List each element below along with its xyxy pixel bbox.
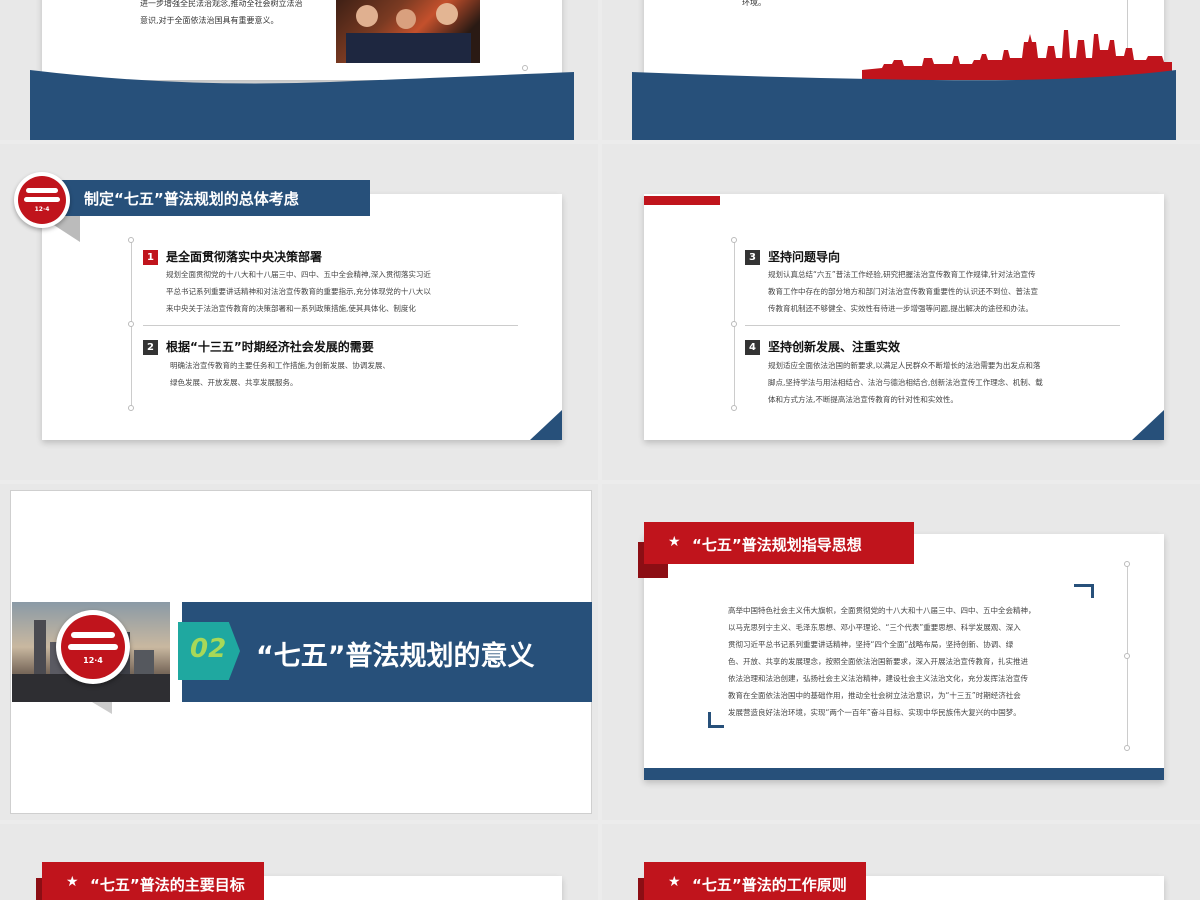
slide-title: “七五”普法的主要目标 [90,876,245,894]
body-line: 色、开放、共享的发展理念，按照全面依法治国新要求，深入开展法治宣传教育，扎实推进 [728,657,1028,666]
timeline-dot [731,321,737,327]
timeline-dot [1124,653,1130,659]
item-body-line: 规划认真总结“六五”普法工作经验,研究把握法治宣传教育工作规律,针对法治宣传 [768,270,1036,279]
item-number-badge: 1 [143,250,158,265]
slide-thumbnail-6[interactable]: ★ “七五”普法规划指导思想 高举中国特色社会主义伟大旗帜，全面贯彻党的十八大和… [602,484,1200,820]
item-body-line: 规划适应全面依法治国的新要求,以满足人民群众不断增长的法治需要为出发点和落 [768,361,1041,370]
item-heading: 1 是全面贯彻落实中央决策部署 [143,248,322,265]
divider [745,325,1120,326]
item-number-badge: 2 [143,340,158,355]
law-logo: 12·4 [56,610,130,684]
section-title: “七五”普法规划的意义 [256,641,535,672]
star-icon: ★ [668,534,681,550]
star-icon: ★ [668,874,681,890]
timeline-dot [128,321,134,327]
slide-thumbnail-5[interactable]: 02 “七五”普法规划的意义 12·4 [0,484,598,820]
body-line: 以马克思列宁主义、毛泽东思想、邓小平理论、“三个代表”重要思想、科学发展观、深入 [728,623,1021,632]
photo-shadow [92,702,112,714]
item-body-line: 体和方式方法,不断提高法治宣传教育的针对性和实效性。 [768,395,958,404]
item-heading-text: 根据“十三五”时期经济社会发展的需要 [166,340,374,354]
navy-wave-footer [632,70,1176,140]
item-heading-text: 是全面贯彻落实中央决策部署 [166,250,323,264]
slide-thumbnail-2[interactable]: 环境。 [602,0,1200,140]
logo-date-text: 12·4 [34,206,50,213]
bracket-top-right [1074,584,1094,598]
timeline-dot [128,405,134,411]
timeline-dot [731,405,737,411]
slide-title: “七五”普法的工作原则 [692,876,847,894]
logo-date-text: 12·4 [83,656,103,665]
item-body-line: 脚点,坚持学法与用法相结合、法治与德治相结合,创新法治宣传工作理念、机制、载 [768,378,1043,387]
slide-text-line: 进一步增强全民法治观念,推动全社会树立法治 [140,0,303,8]
law-logo: 12·4 [14,172,70,228]
body-line: 教育在全面依法治国中的基础作用，推动全社会树立法治意识，为“十三五”时期经济社会 [728,691,1021,700]
red-accent-bar [644,196,720,205]
item-heading: 3 坚持问题导向 [745,248,840,265]
section-number: 02 [190,634,227,664]
students-photo [336,0,480,63]
body-line: 发展营造良好法治环境，实现“两个一百年”奋斗目标、实现中华民族伟大复兴的中国梦。 [728,708,1021,717]
item-body-line: 来中央关于法治宣传教育的决策部署和一系列政策措施,使其具体化、制度化 [166,304,416,313]
slide-title: 制定“七五”普法规划的总体考虑 [84,190,299,208]
item-body-line: 教育工作中存在的部分地方和部门对法治宣传教育重要性的认识还不到位、普法宣 [768,287,1038,296]
corner-triangle [530,410,562,440]
slide-thumbnail-8[interactable]: ★ “七五”普法的工作原则 [602,824,1200,900]
timeline-dot [128,237,134,243]
item-body-line: 传教育机制还不够健全、实效性有待进一步增强等问题,提出解决的途径和办法。 [768,304,1033,313]
slide-card [42,194,562,440]
item-heading: 2 根据“十三五”时期经济社会发展的需要 [143,338,374,355]
slide-thumbnail-1[interactable]: 进一步增强全民法治观念,推动全社会树立法治 意识,对于全面依法治国具有重要意义。 [0,0,598,140]
item-heading-text: 坚持创新发展、注重实效 [768,340,901,354]
item-heading: 4 坚持创新发展、注重实效 [745,338,900,355]
item-number-badge: 3 [745,250,760,265]
item-number-badge: 4 [745,340,760,355]
slide-thumbnail-7[interactable]: ★ “七五”普法的主要目标 [0,824,598,900]
body-line: 贯彻习近平总书记系列重要讲话精神，坚持“四个全面”战略布局，坚持创新、协调、绿 [728,640,1014,649]
body-line: 高举中国特色社会主义伟大旗帜，全面贯彻党的十八大和十八届三中、四中、五中全会精神… [728,606,1036,615]
slide-text-fragment: 环境。 [742,0,766,7]
timeline-dot [1124,745,1130,751]
item-body-line: 绿色发展、开放发展、共享发展服务。 [170,378,298,387]
star-icon: ★ [66,874,79,890]
item-body-line: 平总书记系列重要讲话精神和对法治宣传教育的重要指示,充分体现党的十八大以 [166,287,431,296]
navy-wave-footer [30,70,574,140]
slide-text-line: 意识,对于全面依法治国具有重要意义。 [140,16,279,25]
item-body-line: 规划全面贯彻党的十八大和十八届三中、四中、五中全会精神,深入贯彻落实习近 [166,270,431,279]
slide-title: “七五”普法规划指导思想 [692,536,862,554]
item-body-line: 明确法治宣传教育的主要任务和工作措施,为创新发展、协调发展、 [170,361,390,370]
slide-thumbnail-4[interactable]: 3 坚持问题导向 规划认真总结“六五”普法工作经验,研究把握法治宣传教育工作规律,… [602,144,1200,480]
corner-triangle [1132,410,1164,440]
bracket-bottom-left [708,712,724,728]
timeline-dot [1124,561,1130,567]
divider [143,325,518,326]
body-line: 依法治理和法治创建，弘扬社会主义法治精神，建设社会主义法治文化，充分发挥法治宣传 [728,674,1028,683]
slide-thumbnail-3[interactable]: 12·4 制定“七五”普法规划的总体考虑 1 是全面贯彻落实中央决策部署 规划全面… [0,144,598,480]
timeline-dot [731,237,737,243]
footer-bar [644,768,1164,780]
item-heading-text: 坚持问题导向 [768,250,841,264]
